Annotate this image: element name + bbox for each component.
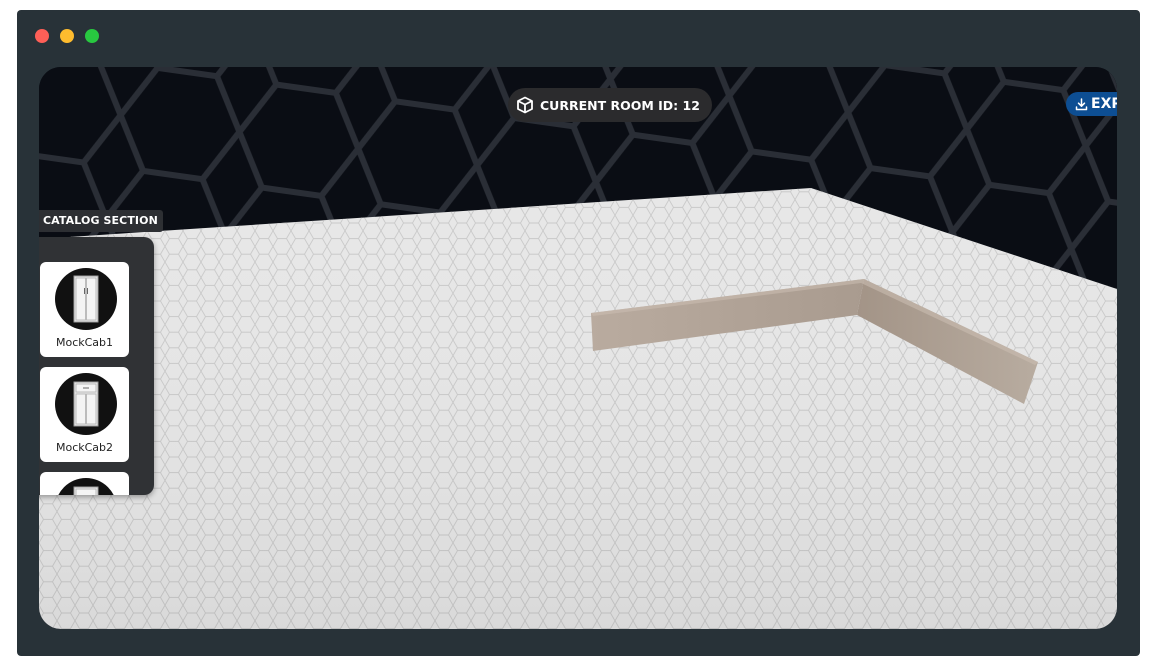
export-button[interactable]: EXP (1066, 92, 1117, 116)
catalog-item[interactable] (40, 472, 129, 495)
catalog-title: CATALOG SECTION (43, 214, 158, 227)
catalog-item-name: MockCab2 (55, 441, 114, 454)
app-window: CURRENT ROOM ID: 12 EXP CATALOG SECTION (17, 10, 1140, 656)
cube-icon (517, 96, 533, 114)
cabinet-thumbnail (55, 373, 117, 435)
catalog-item[interactable]: MockCab2 (40, 367, 129, 462)
close-window-button[interactable] (35, 29, 49, 43)
download-icon (1075, 97, 1088, 110)
maximize-window-button[interactable] (85, 29, 99, 43)
catalog-item-name: MockCab1 (55, 336, 114, 349)
room-id-label: CURRENT ROOM ID: 12 (540, 97, 700, 113)
catalog-panel[interactable]: MockCab1 MockCab2 (39, 237, 154, 495)
3d-viewport[interactable]: CURRENT ROOM ID: 12 EXP CATALOG SECTION (39, 67, 1117, 629)
minimize-window-button[interactable] (60, 29, 74, 43)
cabinet-icon (73, 381, 99, 427)
catalog-item[interactable]: MockCab1 (40, 262, 129, 357)
cabinet-icon (73, 486, 99, 495)
current-room-badge: CURRENT ROOM ID: 12 (508, 88, 712, 122)
cabinet-icon (73, 275, 99, 323)
cabinet-thumbnail (55, 478, 117, 495)
catalog-section-toggle[interactable]: CATALOG SECTION (39, 210, 163, 232)
export-label: EXP (1091, 96, 1117, 112)
room-scene[interactable] (39, 67, 1117, 629)
cabinet-thumbnail (55, 268, 117, 330)
